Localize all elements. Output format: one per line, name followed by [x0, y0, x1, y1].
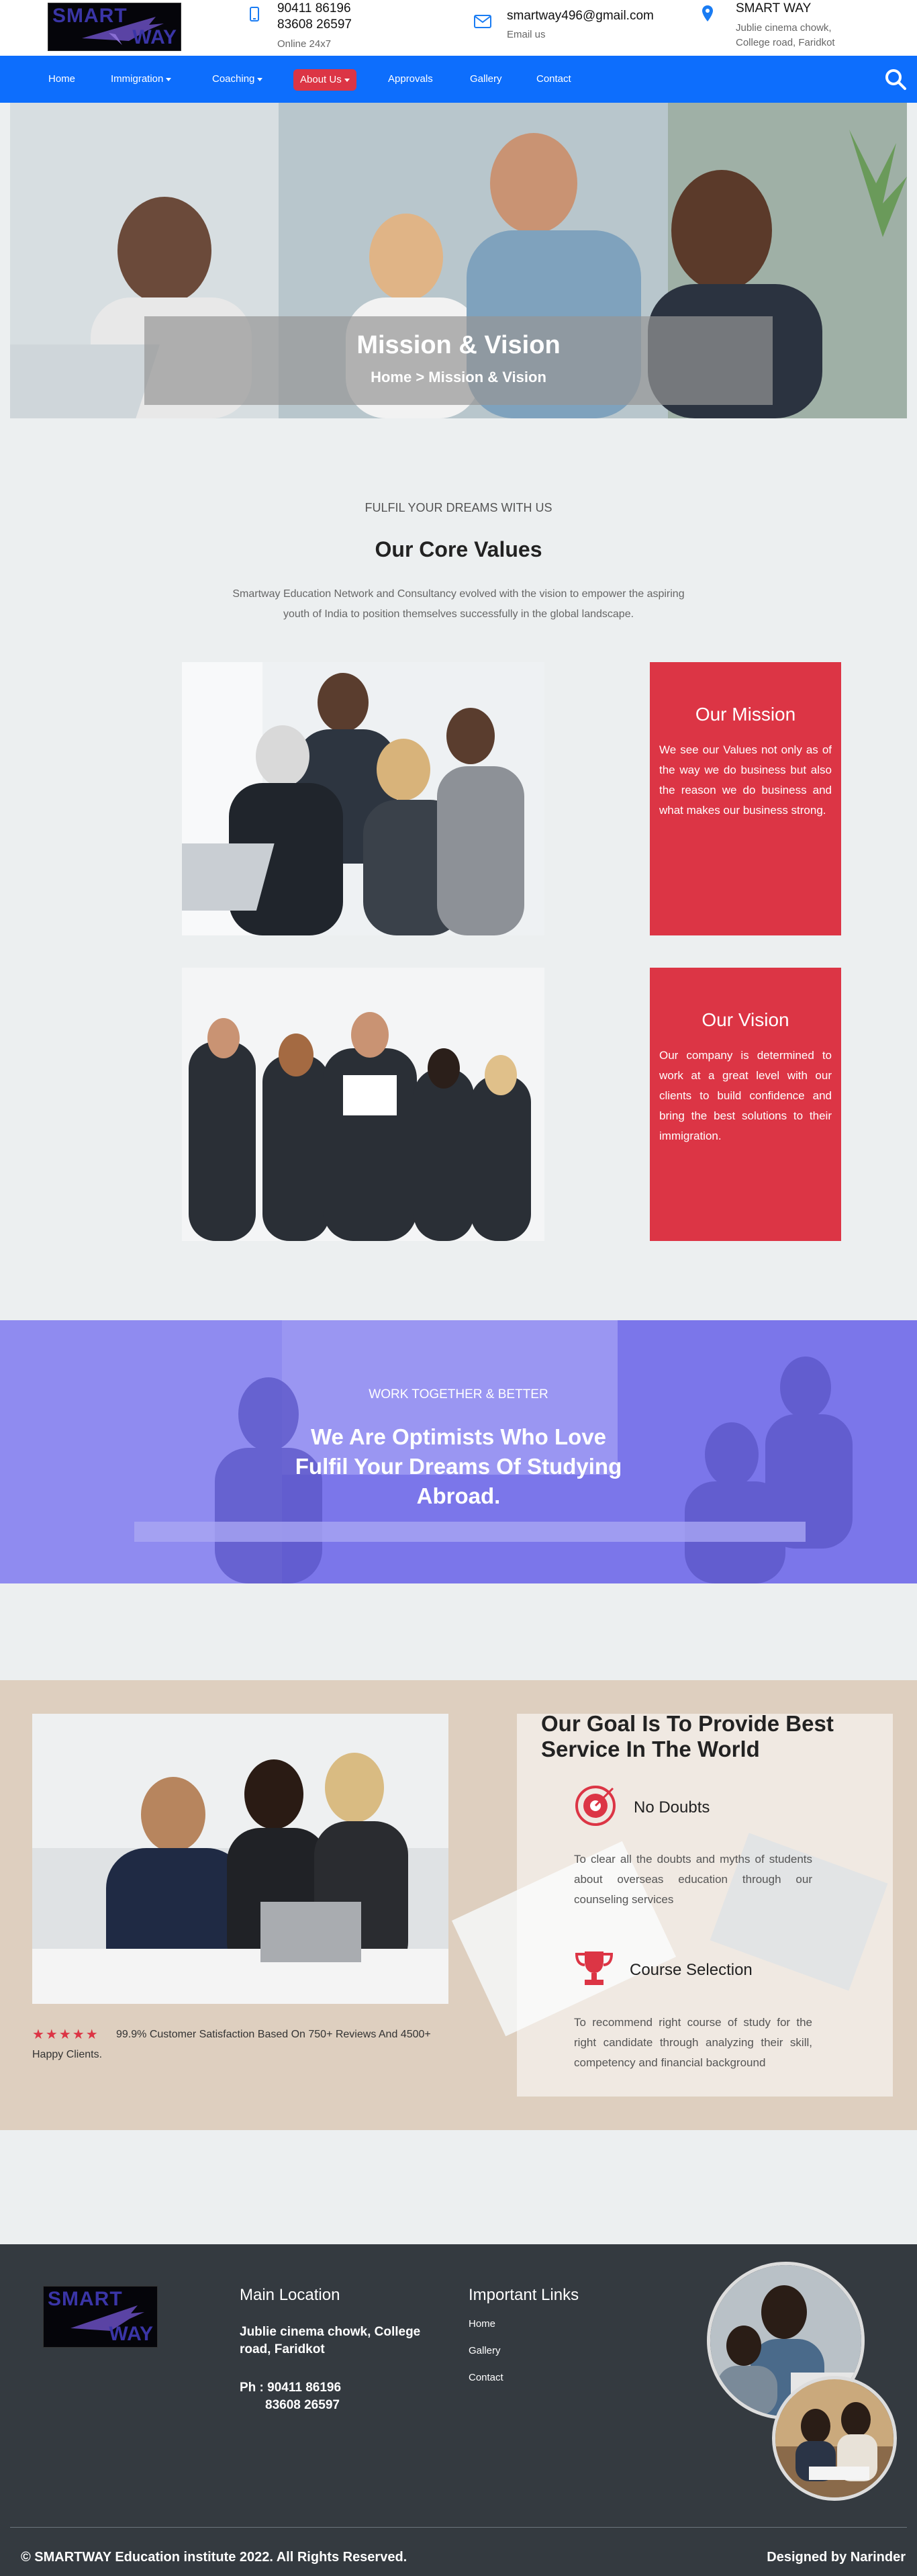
- page-title: Mission & Vision: [356, 331, 561, 359]
- footer-logo-text-smart: SMART: [48, 2288, 123, 2310]
- feature-title-course-selection: Course Selection: [630, 1961, 753, 1979]
- footer-divider: [10, 2527, 907, 2528]
- goal-title: Our Goal Is To Provide Best Service In T…: [541, 1711, 834, 1761]
- feature-text-course-selection: To recommend right course of study for t…: [574, 2016, 812, 2069]
- goal-photo: [32, 1714, 448, 2004]
- top-bar: SMART WAY 90411 86196 83608 26597 Online…: [0, 0, 917, 56]
- copyright: © SMARTWAY Education institute 2022. All…: [21, 2550, 407, 2565]
- footer-link-contact[interactable]: Contact: [469, 2372, 503, 2383]
- main-nav: Home Immigration Coaching About Us Appro…: [0, 56, 917, 103]
- vision-photo: [182, 968, 544, 1241]
- footer-address: Jublie cinema chowk, College road, Farid…: [240, 2325, 421, 2356]
- mission-card: Our Mission We see our Values not only a…: [650, 662, 841, 935]
- nav-home[interactable]: Home: [48, 56, 75, 103]
- email-address[interactable]: smartway496@gmail.com: [507, 9, 654, 24]
- core-kicker: FULFIL YOUR DREAMS WITH US: [365, 501, 552, 514]
- mission-title: Our Mission: [695, 704, 796, 725]
- feature-title-no-doubts: No Doubts: [634, 1798, 710, 1816]
- vision-card: Our Vision Our company is determined to …: [650, 968, 841, 1241]
- footer-phone-1[interactable]: Ph : 90411 86196: [240, 2379, 341, 2397]
- nav-contact[interactable]: Contact: [536, 56, 571, 103]
- target-icon: [574, 1784, 617, 1831]
- phone-subtext: Online 24x7: [277, 38, 332, 50]
- search-icon[interactable]: [885, 68, 906, 93]
- phone-line-2[interactable]: 83608 26597: [277, 17, 352, 32]
- satisfaction-text: 99.9% Customer Satisfaction Based On 750…: [32, 2029, 431, 2060]
- hero-banner: Mission & Vision Home > Mission & Vision: [10, 103, 907, 418]
- banner-kicker: WORK TOGETHER & BETTER: [369, 1387, 548, 1401]
- vision-text: Our company is determined to work at a g…: [659, 1049, 832, 1142]
- nav-immigration[interactable]: Immigration: [111, 56, 172, 103]
- goal-section: ★★★★★ 99.9% Customer Satisfaction Based …: [0, 1680, 917, 2130]
- logo-text-way: WAY: [132, 26, 177, 48]
- logo[interactable]: SMART WAY: [48, 3, 181, 51]
- location-line-1: Jublie cinema chowk,: [736, 22, 832, 34]
- caret-down-icon: [257, 77, 263, 81]
- footer-link-gallery[interactable]: Gallery: [469, 2345, 501, 2356]
- envelope-icon: [474, 15, 491, 32]
- nav-gallery[interactable]: Gallery: [470, 56, 502, 103]
- designer-credit[interactable]: Designed by Narinder: [767, 2550, 906, 2565]
- core-description: Smartway Education Network and Consultan…: [232, 588, 685, 620]
- location-name: SMART WAY: [736, 1, 812, 15]
- mission-text: We see our Values not only as of the way…: [659, 743, 832, 817]
- nav-coaching-label: Coaching: [212, 73, 255, 85]
- hero-title-box: Mission & Vision Home > Mission & Vision: [144, 316, 773, 405]
- map-pin-icon: [702, 5, 713, 25]
- phone-icon: [250, 7, 259, 25]
- footer-phone-2[interactable]: 83608 26597: [265, 2397, 340, 2414]
- breadcrumb[interactable]: Home > Mission & Vision: [144, 369, 773, 386]
- footer-link-home[interactable]: Home: [469, 2318, 495, 2330]
- caret-down-icon: [344, 78, 350, 82]
- banner-title: We Are Optimists Who Love Fulfil Your Dr…: [295, 1424, 622, 1508]
- core-title: Our Core Values: [375, 537, 542, 561]
- nav-coaching[interactable]: Coaching: [212, 56, 263, 103]
- location-line-2: College road, Faridkot: [736, 37, 835, 48]
- footer-links-heading: Important Links: [469, 2286, 579, 2304]
- phone-line-1[interactable]: 90411 86196: [277, 1, 351, 16]
- footer-location-heading: Main Location: [240, 2286, 340, 2304]
- email-subtext: Email us: [507, 29, 546, 40]
- footer-logo-text-way: WAY: [109, 2323, 153, 2345]
- vision-title: Our Vision: [702, 1009, 789, 1030]
- nav-immigration-label: Immigration: [111, 73, 164, 85]
- nav-about-us[interactable]: About Us: [293, 69, 356, 91]
- footer-logo[interactable]: SMART WAY: [43, 2286, 158, 2348]
- optimists-banner: WORK TOGETHER & BETTER We Are Optimists …: [0, 1320, 917, 1583]
- nav-about-us-label: About Us: [300, 74, 342, 85]
- caret-down-icon: [166, 77, 172, 81]
- logo-text-smart: SMART: [52, 5, 128, 27]
- nav-approvals[interactable]: Approvals: [388, 56, 433, 103]
- footer-photo-2: [772, 2376, 897, 2501]
- trophy-icon: [574, 1950, 614, 1991]
- feature-text-no-doubts: To clear all the doubts and myths of stu…: [574, 1853, 812, 1906]
- mission-photo: [182, 662, 544, 935]
